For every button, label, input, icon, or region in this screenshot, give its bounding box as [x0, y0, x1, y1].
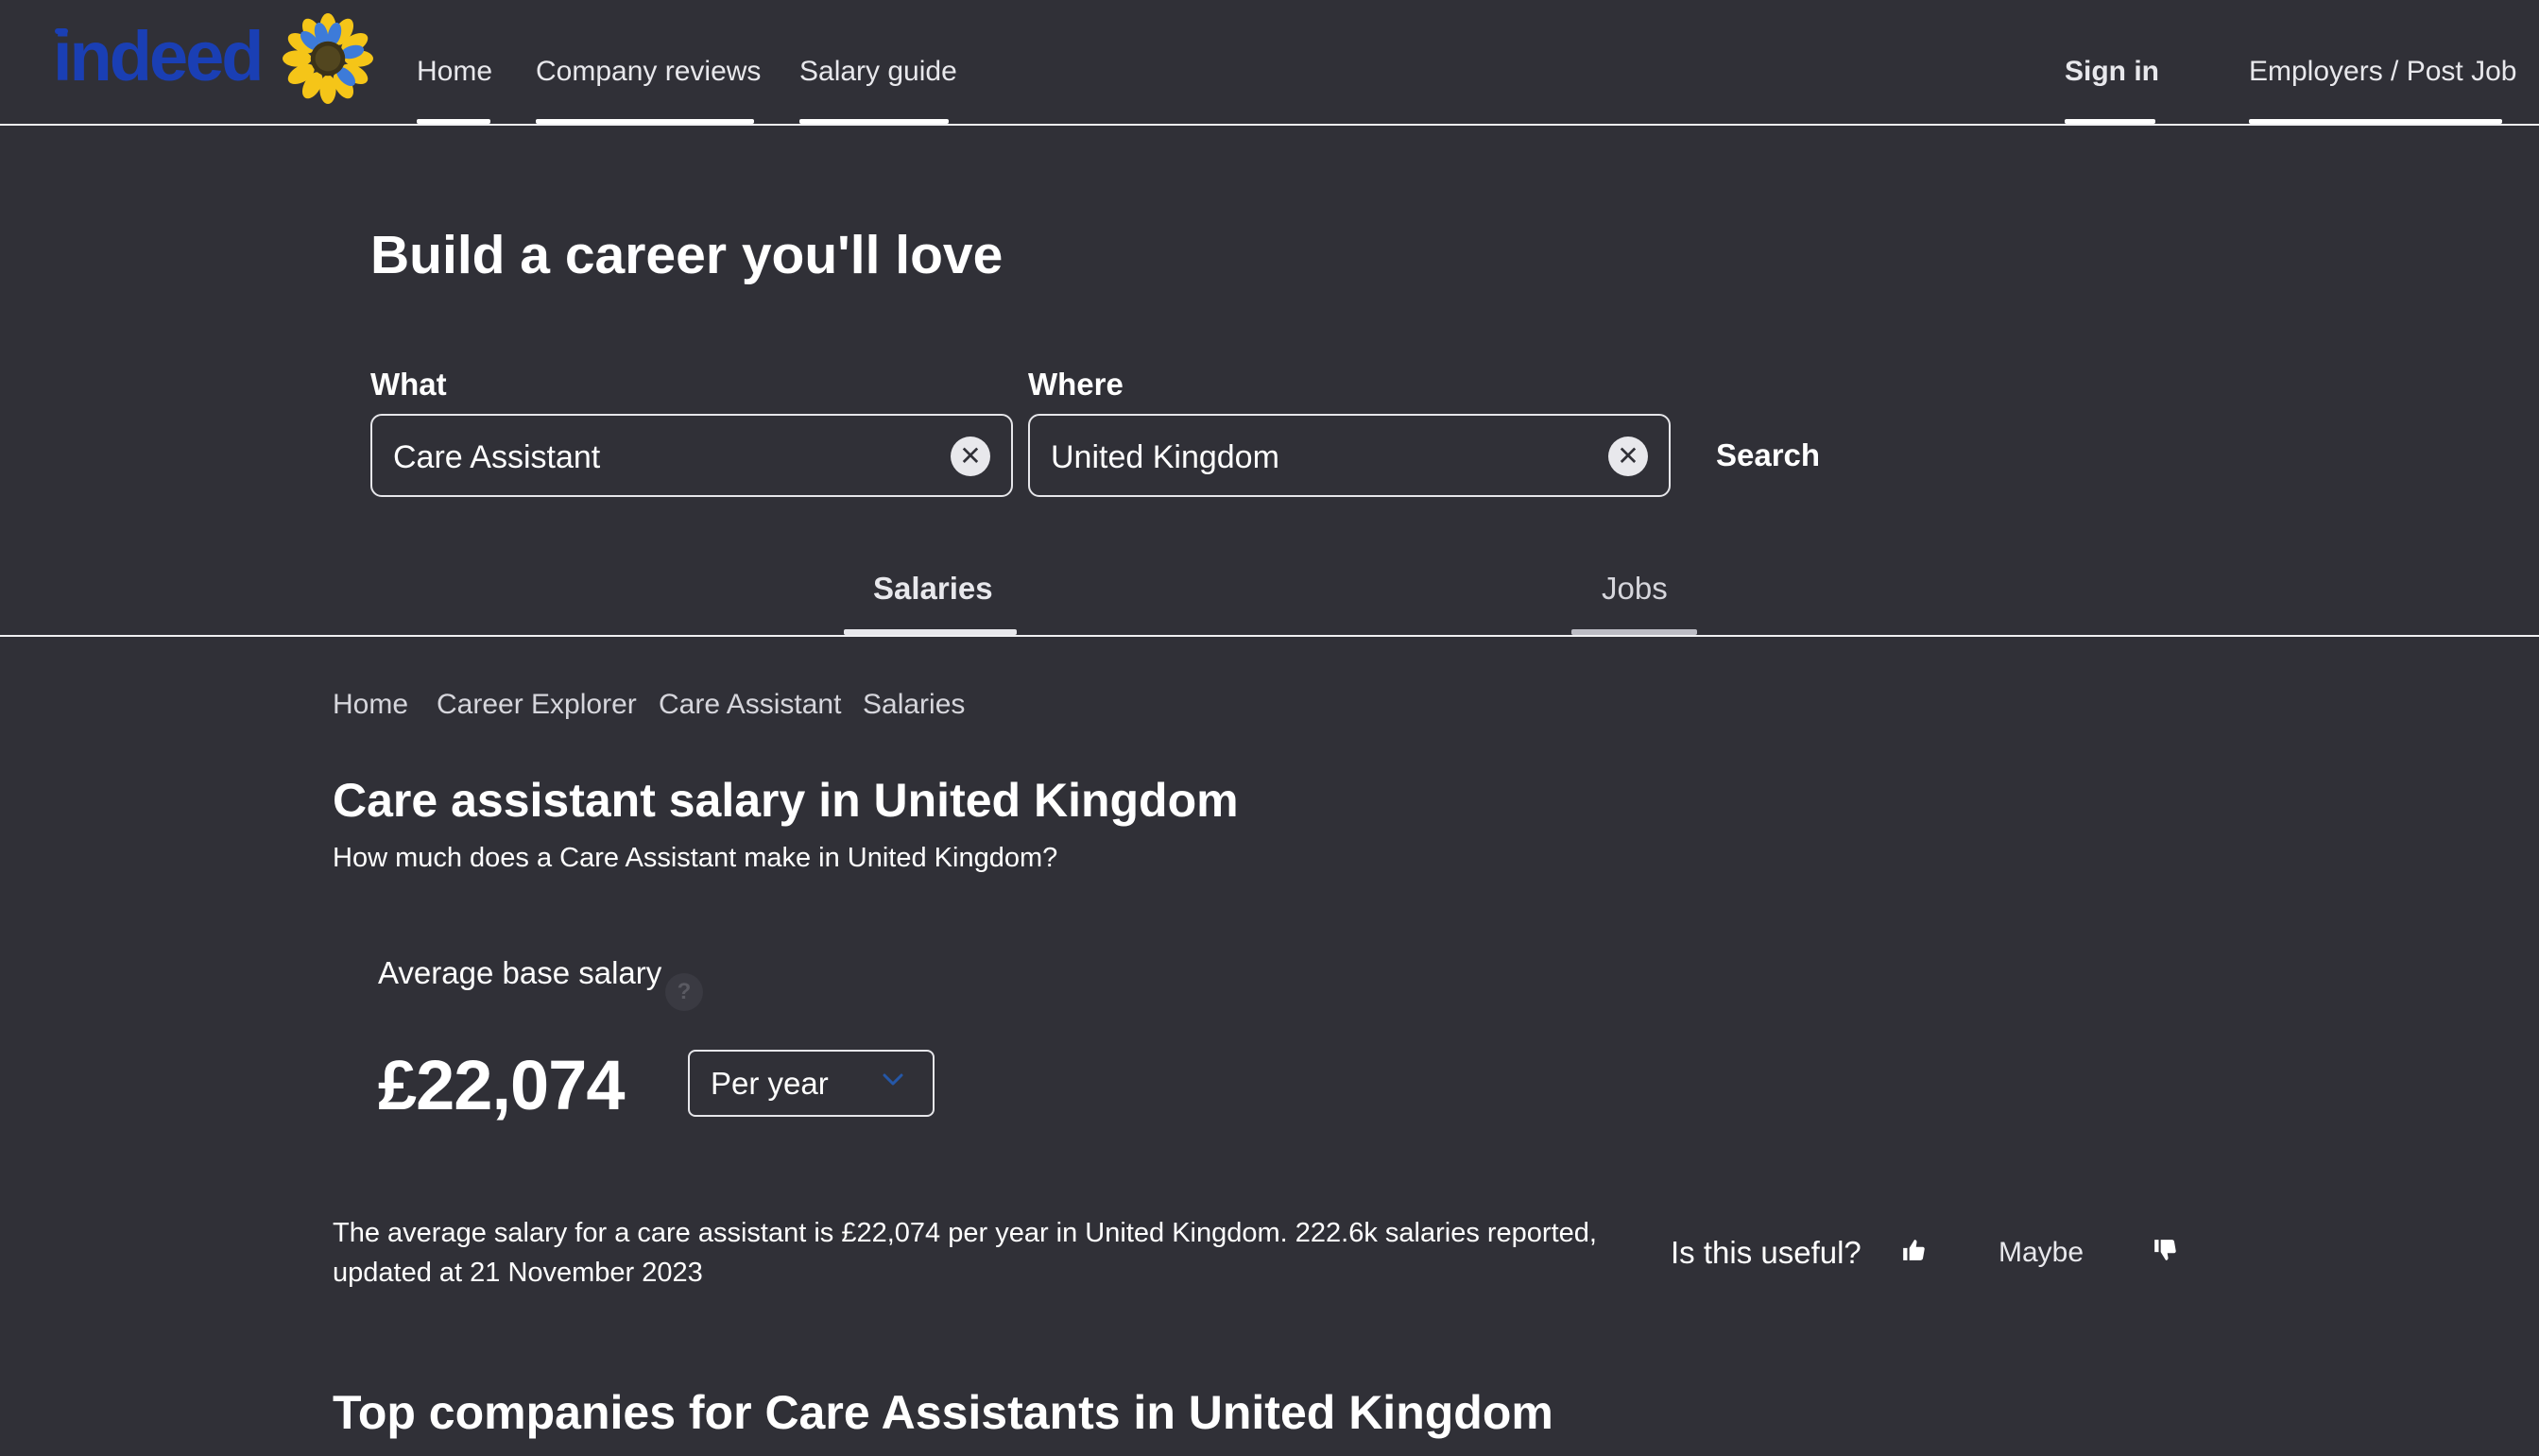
nav-home-underline	[417, 119, 490, 124]
breadcrumb-salaries: Salaries	[863, 689, 966, 720]
breadcrumb-care-assistant[interactable]: Care Assistant	[659, 686, 841, 724]
logo-accent	[55, 28, 68, 34]
top-companies-title: Top companies for Care Assistants in Uni…	[333, 1386, 1553, 1439]
salary-description: The average salary for a care assistant …	[333, 1218, 1597, 1288]
employers-underline	[2249, 119, 2502, 124]
where-label: Where	[1028, 367, 1124, 402]
sign-in-underline	[2065, 119, 2155, 124]
chevron-down-icon	[883, 1073, 903, 1086]
top-header: indeed Home Company reviews Salary guide…	[0, 0, 2539, 126]
useful-question: Is this useful?	[1671, 1235, 1861, 1270]
tab-jobs[interactable]: Jobs	[1602, 567, 1668, 610]
indeed-logo[interactable]: indeed	[53, 13, 264, 100]
nav-home[interactable]: Home	[417, 51, 492, 93]
period-select-value: Per year	[711, 1066, 829, 1101]
employers-post-job-link[interactable]: Employers / Post Job	[2249, 51, 2516, 93]
sunflower-icon	[283, 13, 373, 104]
nav-company-reviews-underline	[536, 119, 754, 124]
average-salary-label: Average base salary	[378, 955, 662, 990]
nav-salary-guide[interactable]: Salary guide	[799, 51, 957, 93]
page-subtitle: How much does a Care Assistant make in U…	[333, 843, 1058, 873]
average-salary-value: £22,074	[378, 1046, 625, 1124]
tab-jobs-underline	[1571, 629, 1697, 635]
nav-company-reviews[interactable]: Company reviews	[536, 51, 761, 93]
search-button[interactable]: Search	[1716, 435, 1820, 476]
tab-salaries[interactable]: Salaries	[873, 567, 993, 610]
breadcrumb-career-explorer[interactable]: Career Explorer	[437, 686, 637, 724]
thumbs-up-icon[interactable]	[1901, 1238, 1926, 1262]
help-icon[interactable]: ?	[665, 973, 703, 1011]
thumbs-down-icon[interactable]	[2153, 1238, 2177, 1262]
sign-in-link[interactable]: Sign in	[2065, 51, 2159, 93]
maybe-button[interactable]: Maybe	[1999, 1234, 2084, 1272]
where-input-value: United Kingdom	[1051, 439, 1279, 475]
what-input-value: Care Assistant	[393, 439, 601, 475]
page-title: Care assistant salary in United Kingdom	[333, 774, 1239, 827]
breadcrumb-home[interactable]: Home	[333, 686, 408, 724]
clear-icon[interactable]: ✕	[951, 437, 990, 476]
what-input[interactable]: Care Assistant ✕	[370, 414, 1013, 497]
nav-salary-guide-underline	[799, 119, 949, 124]
what-label: What	[370, 367, 447, 402]
tab-salaries-underline	[844, 629, 1017, 635]
tab-bar-divider	[0, 635, 2539, 637]
hero-title: Build a career you'll love	[370, 225, 1004, 285]
clear-icon[interactable]: ✕	[1608, 437, 1648, 476]
where-input[interactable]: United Kingdom ✕	[1028, 414, 1671, 497]
period-select[interactable]: Per year	[688, 1050, 935, 1117]
